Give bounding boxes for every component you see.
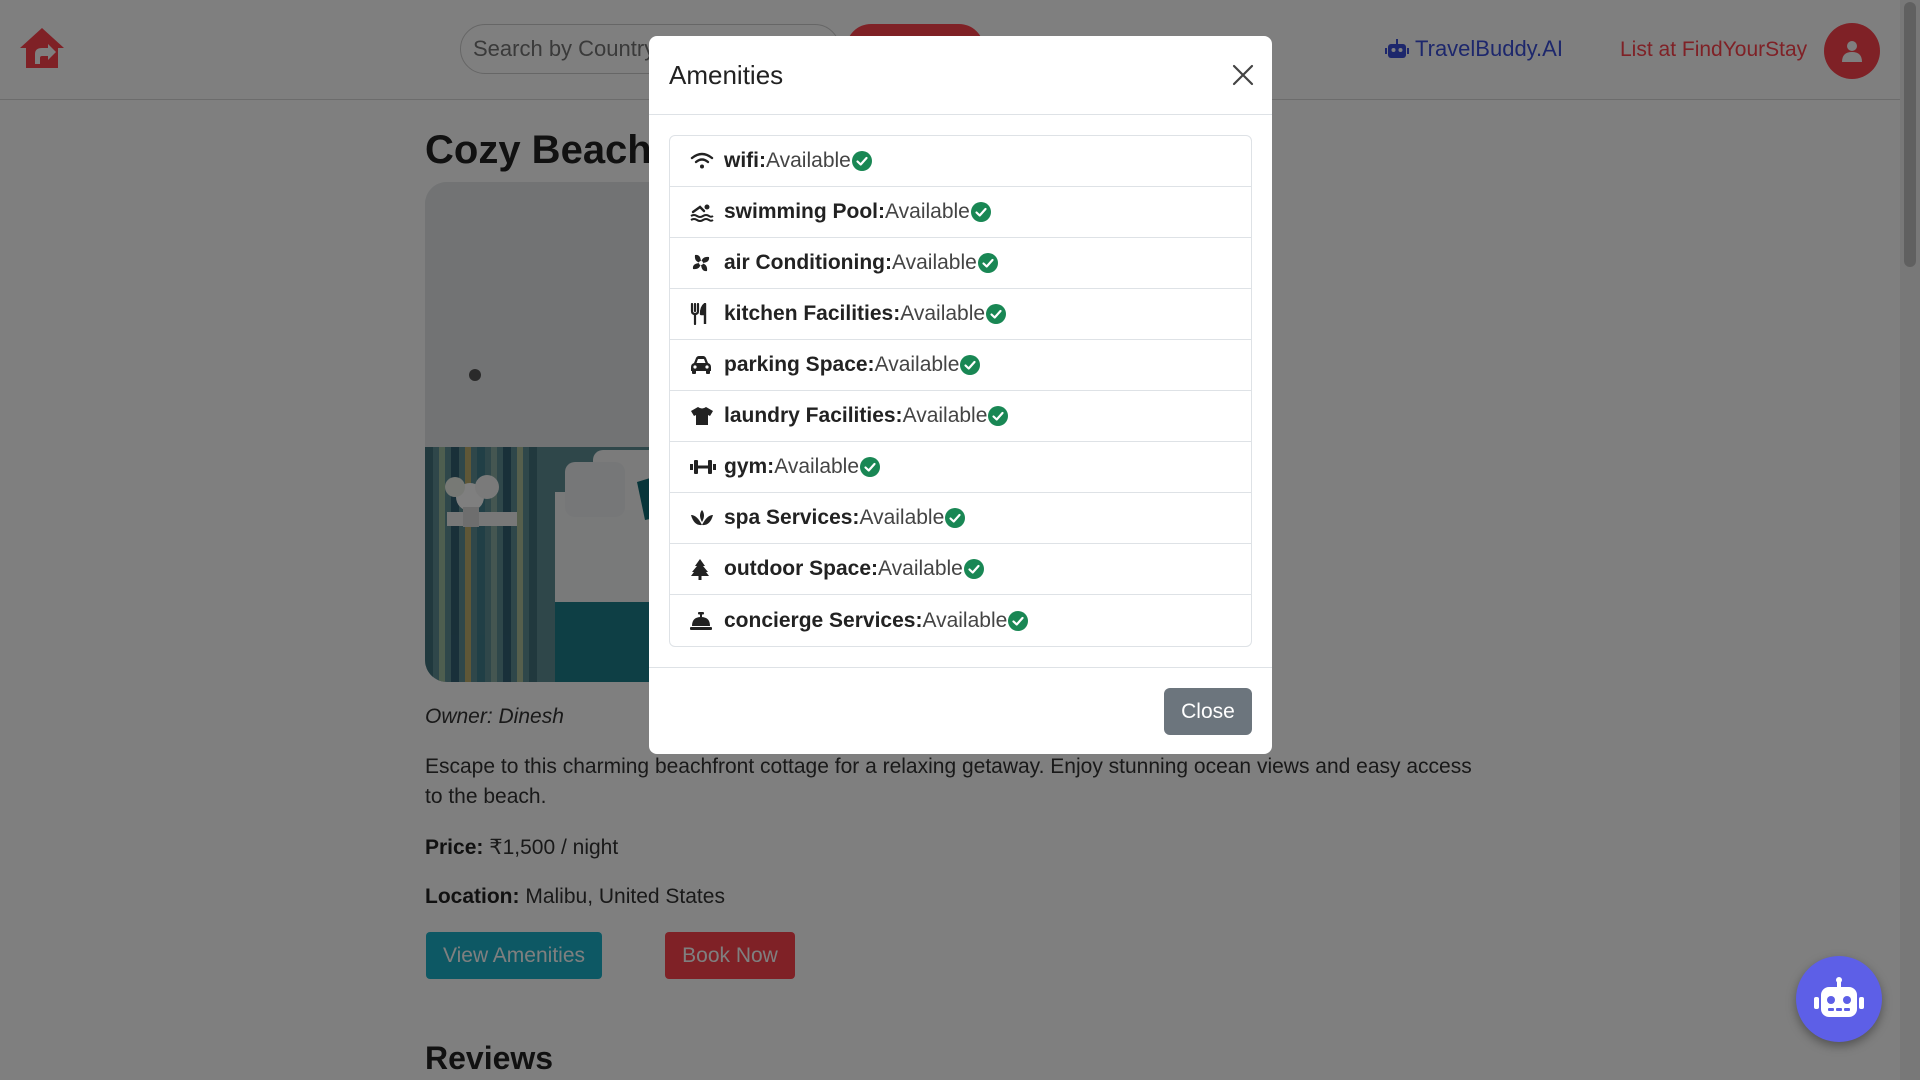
amenity-status: Available <box>891 251 977 274</box>
amenity-item-wifi: wifi: Available <box>670 136 1251 187</box>
amenity-item-spa-services: spa Services: Available <box>670 493 1251 544</box>
modal-header: Amenities <box>649 36 1272 115</box>
amenity-item-concierge-services: concierge Services: Available <box>670 595 1251 646</box>
robot-icon <box>1814 977 1864 1017</box>
amenities-list: wifi: Available swimming Pool: Available a… <box>669 135 1252 647</box>
wifi-icon <box>690 150 716 172</box>
amenity-status: Available <box>774 455 860 478</box>
bell-concierge-icon <box>690 610 716 632</box>
check-circle-icon <box>851 151 872 171</box>
amenity-item-air-conditioning: air Conditioning: Available <box>670 238 1251 289</box>
amenity-status: Available <box>885 200 970 223</box>
amenity-status: Available <box>878 557 963 580</box>
dumbbell-icon <box>690 456 716 478</box>
check-circle-icon <box>945 508 966 528</box>
close-button[interactable]: Close <box>1164 688 1252 735</box>
check-circle-icon <box>970 202 991 222</box>
check-circle-icon <box>963 559 984 579</box>
check-circle-icon <box>960 355 981 375</box>
modal-body: wifi: Available swimming Pool: Available a… <box>669 135 1252 647</box>
amenity-status: Available <box>859 506 945 529</box>
check-circle-icon <box>988 406 1009 426</box>
swimmer-icon <box>690 201 716 223</box>
amenity-name: gym: <box>724 455 775 478</box>
fan-icon <box>690 252 716 274</box>
amenity-item-parking-space: parking Space: Available <box>670 340 1251 391</box>
close-icon[interactable] <box>1230 62 1256 88</box>
amenity-name: parking Space: <box>724 353 875 376</box>
amenity-status: Available <box>874 353 960 376</box>
amenity-status: Available <box>766 149 851 172</box>
check-circle-icon <box>1008 610 1029 631</box>
amenities-modal: Amenities wifi: Available swimming Pool: A… <box>649 36 1272 754</box>
check-circle-icon <box>977 253 998 273</box>
amenity-name: air Conditioning: <box>724 251 892 274</box>
check-circle-icon <box>986 304 1007 324</box>
amenity-status: Available <box>902 404 988 427</box>
amenity-status: Available <box>922 608 1008 632</box>
amenity-name: concierge Services: <box>724 608 923 632</box>
chatbot-button[interactable] <box>1796 956 1882 1042</box>
modal-footer: Close <box>649 667 1272 754</box>
amenity-name: kitchen Facilities: <box>724 302 901 325</box>
amenity-name: outdoor Space: <box>724 557 879 580</box>
amenity-name: swimming Pool: <box>724 200 886 223</box>
amenity-item-gym: gym: Available <box>670 442 1251 493</box>
amenity-status: Available <box>900 302 986 325</box>
amenity-item-kitchen-facilities: kitchen Facilities: Available <box>670 289 1251 340</box>
car-icon <box>690 354 716 376</box>
modal-title: Amenities <box>669 60 784 90</box>
amenity-item-outdoor-space: outdoor Space: Available <box>670 544 1251 595</box>
amenity-name: wifi: <box>724 149 766 172</box>
amenity-name: laundry Facilities: <box>724 404 903 427</box>
utensils-icon <box>690 303 716 325</box>
amenity-item-laundry-facilities: laundry Facilities: Available <box>670 391 1251 442</box>
amenity-name: spa Services: <box>724 506 860 529</box>
spa-icon <box>690 507 716 529</box>
amenity-item-swimming-pool: swimming Pool: Available <box>670 187 1251 238</box>
check-circle-icon <box>860 457 881 477</box>
tree-icon <box>690 558 716 580</box>
shirt-icon <box>690 405 716 427</box>
